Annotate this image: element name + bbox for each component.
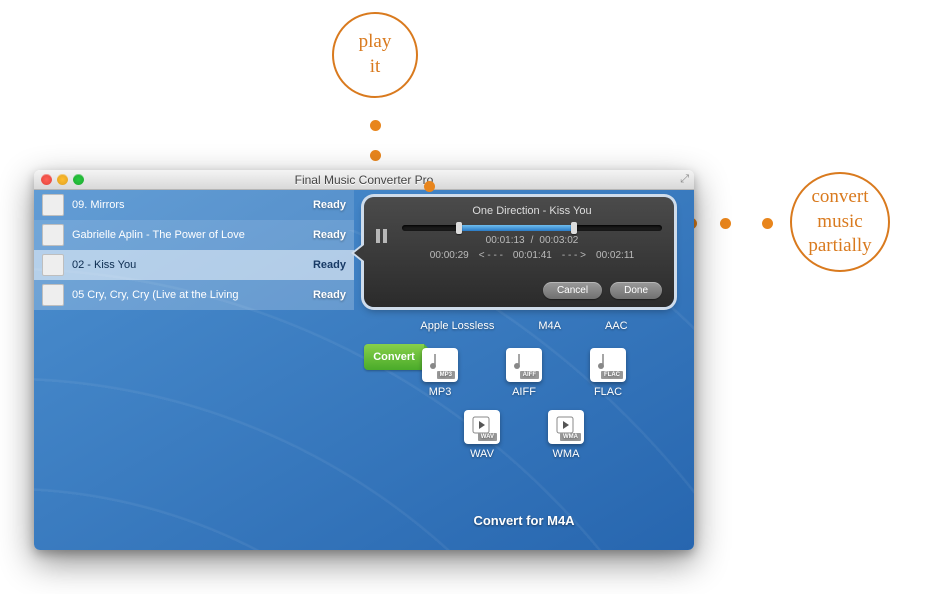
track-name: Gabrielle Aplin - The Power of Love	[72, 229, 313, 241]
callout-convert: convert music partially	[790, 172, 890, 272]
list-item[interactable]: 09. Mirrors Ready	[34, 190, 354, 220]
format-label: M4A	[538, 320, 561, 332]
convert-button[interactable]: Convert	[364, 344, 424, 370]
format-label: Apple Lossless	[420, 320, 494, 332]
thumbnail	[42, 224, 64, 246]
thumbnail	[42, 284, 64, 306]
format-wav[interactable]: WAV WAV	[464, 410, 500, 460]
track-status: Ready	[313, 289, 346, 301]
callout-dot	[720, 218, 731, 229]
app-window: Final Music Converter Pro ⤢ 09. Mirrors …	[34, 170, 694, 550]
arrow-left: < - - -	[479, 250, 503, 261]
format-aiff[interactable]: AIFF AIFF	[506, 348, 542, 398]
trim-handle-start[interactable]	[456, 222, 462, 234]
format-mp3[interactable]: MP3 MP3	[422, 348, 458, 398]
callout-play-text: play it	[359, 30, 392, 79]
callout-play: play it	[332, 12, 418, 98]
callout-dot	[762, 218, 773, 229]
total-time: 00:03:02	[539, 235, 578, 246]
footer-text: Convert for M4A	[354, 513, 694, 528]
time-line-2: 00:00:29 < - - - 00:01:41 - - - > 00:02:…	[402, 250, 662, 261]
format-flac[interactable]: FLAC FLAC	[590, 348, 626, 398]
start-mark: 00:00:29	[430, 250, 469, 261]
format-row-1: Apple Lossless M4A AAC	[354, 320, 694, 332]
format-label: AIFF	[512, 386, 536, 398]
fullscreen-icon[interactable]: ⤢	[680, 173, 689, 186]
player-track-title: One Direction - Kiss You	[402, 205, 662, 217]
trim-handle-end[interactable]	[571, 222, 577, 234]
titlebar[interactable]: Final Music Converter Pro ⤢	[34, 170, 694, 190]
convert-label: Convert	[373, 351, 415, 363]
thumbnail	[42, 254, 64, 276]
track-name: 05 Cry, Cry, Cry (Live at the Living	[72, 289, 313, 301]
callout-dot	[370, 150, 381, 161]
format-row-3: WAV WAV WMA WMA	[354, 410, 694, 460]
close-button[interactable]	[41, 174, 52, 185]
arrow-right: - - - >	[562, 250, 586, 261]
trim-range	[459, 225, 573, 231]
player-popover: One Direction - Kiss You 00:01:13/00:03:…	[364, 197, 674, 307]
callout-convert-text: convert music partially	[808, 185, 871, 259]
track-status: Ready	[313, 229, 346, 241]
track-status: Ready	[313, 259, 346, 271]
format-label: AAC	[605, 320, 628, 332]
minimize-button[interactable]	[57, 174, 68, 185]
format-label: MP3	[429, 386, 452, 398]
format-label: WAV	[470, 448, 494, 460]
elapsed-time: 00:01:13	[486, 235, 525, 246]
mid-mark: 00:01:41	[513, 250, 552, 261]
list-item[interactable]: Gabrielle Aplin - The Power of Love Read…	[34, 220, 354, 250]
trim-slider[interactable]	[402, 225, 662, 231]
list-item[interactable]: 05 Cry, Cry, Cry (Live at the Living Rea…	[34, 280, 354, 310]
end-mark: 00:02:11	[596, 250, 634, 261]
pause-button[interactable]	[376, 229, 387, 243]
track-name: 02 - Kiss You	[72, 259, 313, 271]
done-button[interactable]: Done	[610, 282, 662, 299]
format-label: WMA	[553, 448, 580, 460]
track-status: Ready	[313, 199, 346, 211]
format-label: FLAC	[594, 386, 622, 398]
track-name: 09. Mirrors	[72, 199, 313, 211]
callout-dot	[370, 120, 381, 131]
window-title: Final Music Converter Pro	[295, 173, 434, 187]
cancel-button[interactable]: Cancel	[543, 282, 602, 299]
thumbnail	[42, 194, 64, 216]
time-line-1: 00:01:13/00:03:02	[402, 235, 662, 246]
format-wma[interactable]: WMA WMA	[548, 410, 584, 460]
zoom-button[interactable]	[73, 174, 84, 185]
list-item-selected[interactable]: 02 - Kiss You Ready	[34, 250, 354, 280]
track-list: 09. Mirrors Ready Gabrielle Aplin - The …	[34, 190, 354, 550]
